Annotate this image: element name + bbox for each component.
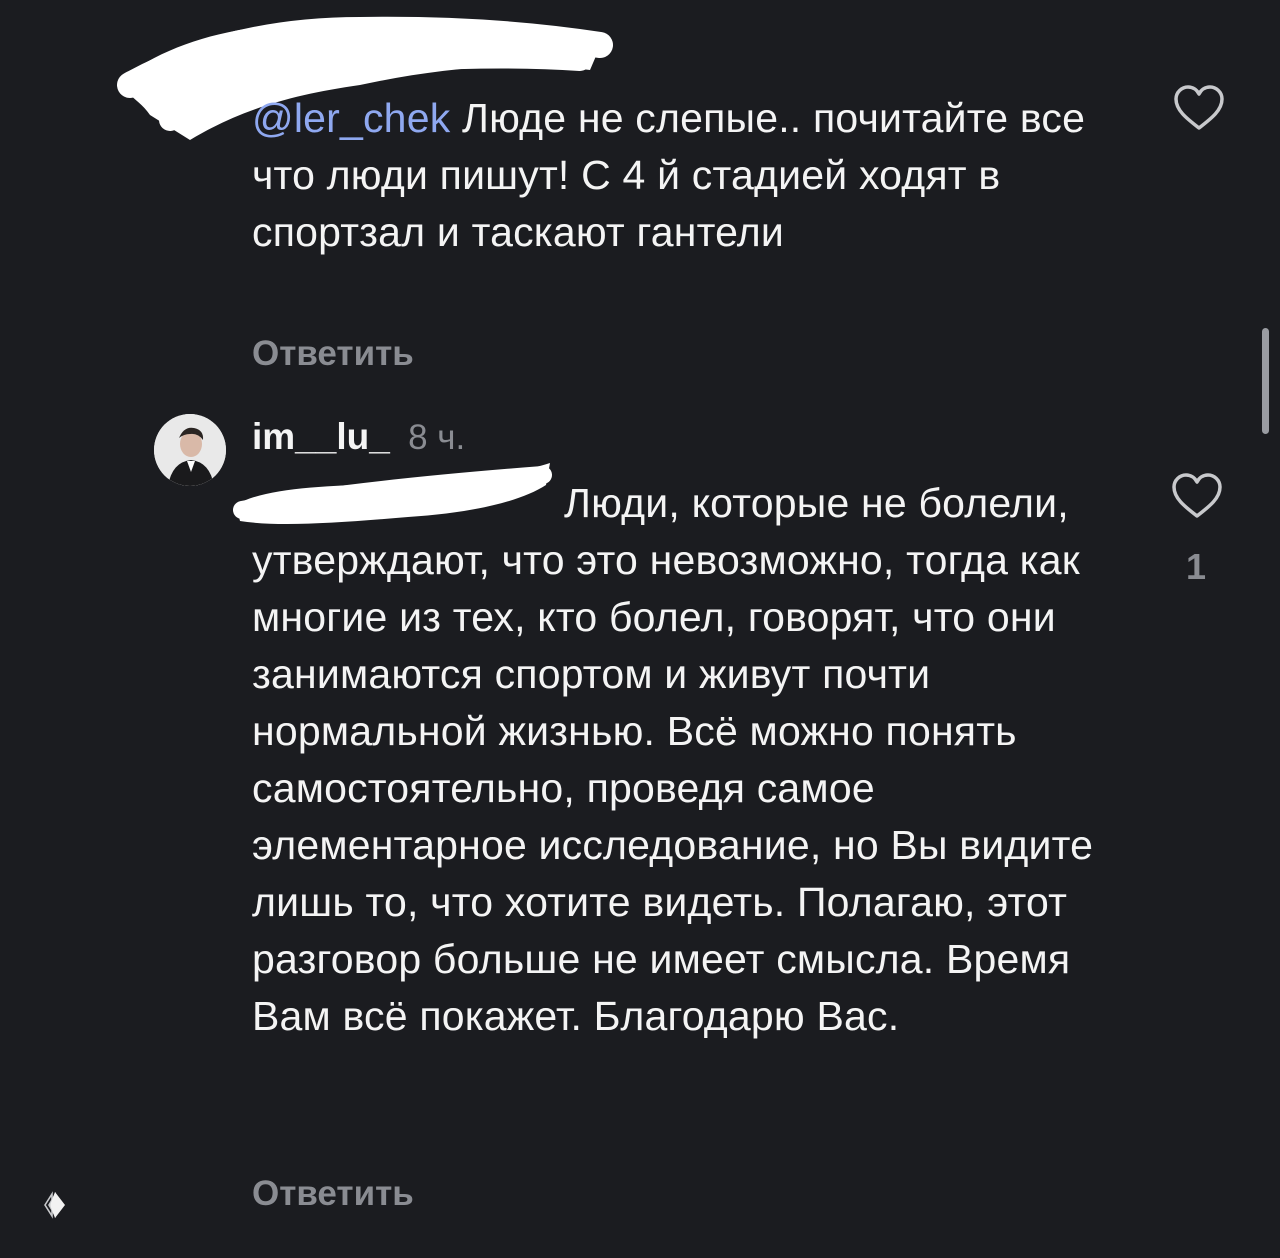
app-logo-icon bbox=[44, 1191, 65, 1219]
heart-outline-icon[interactable] bbox=[1172, 84, 1226, 132]
username-link[interactable]: im__lu_ bbox=[252, 416, 390, 457]
comment-2-body: Люди, которые не болели, утверждают, что… bbox=[252, 475, 1132, 1045]
reply-button-1[interactable]: Ответить bbox=[252, 334, 414, 374]
profile-photo bbox=[154, 414, 226, 486]
comment-2-text: Люди, которые не болели, утверждают, что… bbox=[252, 480, 1094, 1039]
heart-outline-icon[interactable] bbox=[1170, 472, 1224, 520]
comment-1-body: @ler_chek Люде не слепые.. почитайте все… bbox=[252, 90, 1132, 261]
comment-1-text: @ler_chek Люде не слепые.. почитайте все… bbox=[252, 90, 1132, 261]
mention-link[interactable]: @ler_chek bbox=[252, 95, 450, 141]
like-count: 1 bbox=[1186, 546, 1207, 587]
avatar[interactable] bbox=[154, 414, 226, 486]
scrollbar[interactable] bbox=[1262, 328, 1269, 434]
reply-button-2[interactable]: Ответить bbox=[252, 1174, 414, 1214]
timestamp: 8 ч. bbox=[408, 418, 466, 457]
comment-2-header: im__lu_ 8 ч. bbox=[252, 416, 465, 458]
